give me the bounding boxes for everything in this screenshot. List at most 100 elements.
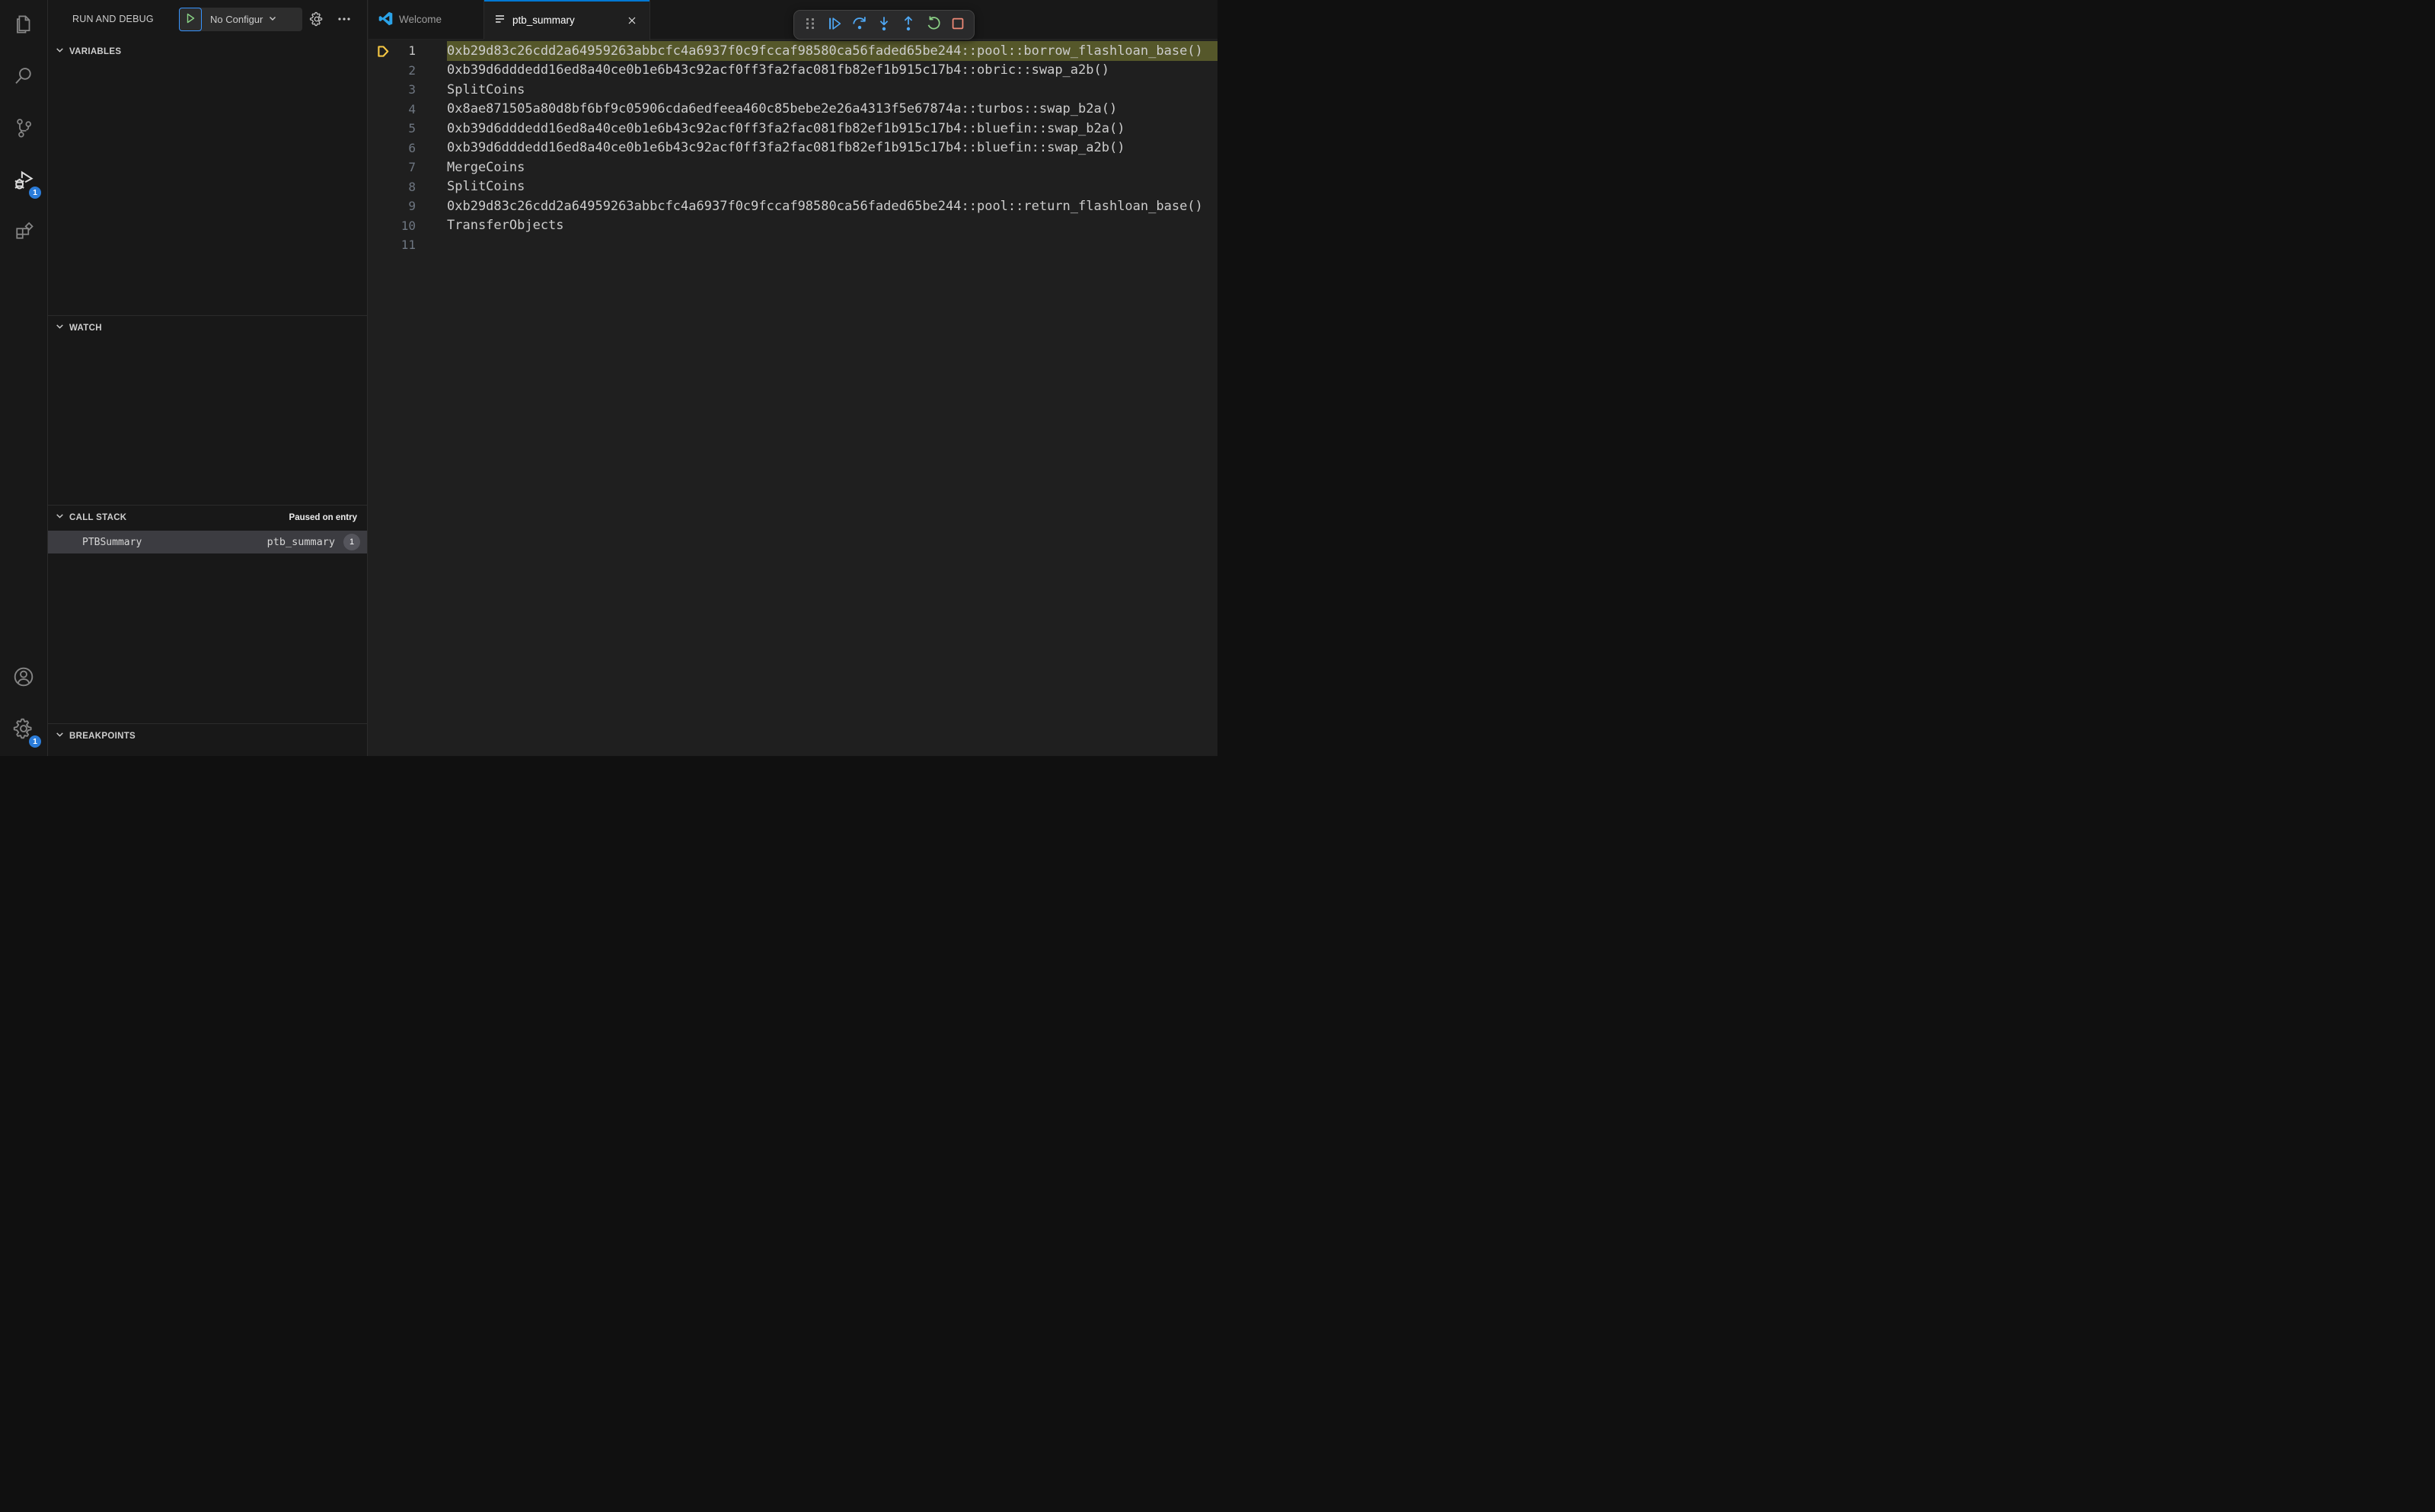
code-line[interactable]: 7 MergeCoins <box>369 158 1218 177</box>
gear-icon <box>308 11 325 30</box>
stop-icon <box>949 15 966 34</box>
debug-launch-control: No Configur <box>179 8 302 31</box>
toolbar-drag-handle[interactable] <box>799 14 822 36</box>
code-line[interactable]: 8 SplitCoins <box>369 177 1218 197</box>
tab-welcome[interactable]: Welcome <box>369 0 484 39</box>
watch-section-header[interactable]: WATCH <box>48 316 367 340</box>
variables-section-header[interactable]: VARIABLES <box>48 40 367 63</box>
tab-label: ptb_summary <box>512 14 575 26</box>
step-into-icon <box>876 15 892 34</box>
line-text[interactable] <box>447 235 1218 255</box>
restart-icon <box>925 15 942 34</box>
continue-button[interactable] <box>824 14 846 36</box>
vscode-window: 1 1 RUN AND DEBUG No Configur VARIABLES … <box>0 0 1218 756</box>
line-text[interactable]: 0xb39d6dddedd16ed8a40ce0b1e6b43c92acf0ff… <box>447 119 1218 139</box>
call-stack-section-header[interactable]: CALL STACK Paused on entry <box>48 506 367 529</box>
debug-config-dropdown[interactable]: No Configur <box>202 8 302 31</box>
line-number[interactable]: 5 <box>369 121 416 136</box>
tab-label: Welcome <box>399 14 442 25</box>
stack-frame-file: ptb_summary <box>266 536 335 548</box>
code-editor: 1 0xb29d83c26cdd2a64959263abbcfc4a6937f0… <box>369 40 1218 255</box>
line-number[interactable]: 8 <box>369 180 416 194</box>
line-number[interactable]: 4 <box>369 102 416 116</box>
line-text[interactable]: SplitCoins <box>447 177 1218 197</box>
line-text[interactable]: 0xb29d83c26cdd2a64959263abbcfc4a6937f0c9… <box>447 196 1218 216</box>
chevron-down-icon <box>55 511 65 525</box>
settings-badge: 1 <box>28 735 42 748</box>
sidebar-item-explorer[interactable] <box>0 0 47 52</box>
debug-toolbar <box>793 10 975 40</box>
ellipsis-icon <box>337 11 352 29</box>
open-launch-json-button[interactable] <box>307 10 327 30</box>
vscode-logo-icon <box>378 11 393 28</box>
restart-button[interactable] <box>922 14 944 36</box>
code-line[interactable]: 6 0xb39d6dddedd16ed8a40ce0b1e6b43c92acf0… <box>369 139 1218 158</box>
section-label: WATCH <box>69 323 102 333</box>
debug-count-badge: 1 <box>28 186 42 199</box>
activity-bar: 1 1 <box>0 0 48 756</box>
sidebar-item-source-control[interactable] <box>0 104 47 155</box>
tab-ptb-summary[interactable]: ptb_summary <box>484 0 650 40</box>
line-number[interactable]: 7 <box>369 160 416 174</box>
stack-frame-row[interactable]: PTBSummary ptb_summary 1 <box>48 531 367 553</box>
line-text[interactable]: 0x8ae871505a80d8bf6bf9c05906cda6edfeea46… <box>447 100 1218 120</box>
play-icon <box>184 12 196 27</box>
step-over-button[interactable] <box>848 14 870 36</box>
editor-area: Welcome ptb_summary 1 0xb29d83c26cdd2a64… <box>369 0 1218 756</box>
files-icon <box>12 13 35 40</box>
start-debugging-button[interactable] <box>179 8 202 31</box>
debug-config-label: No Configur <box>210 14 263 25</box>
code-line[interactable]: 1 0xb29d83c26cdd2a64959263abbcfc4a6937f0… <box>369 41 1218 61</box>
accounts-menu[interactable] <box>0 652 47 704</box>
sidebar-item-run-and-debug[interactable]: 1 <box>0 155 47 207</box>
line-number[interactable]: 6 <box>369 141 416 155</box>
continue-icon <box>826 15 843 34</box>
line-number[interactable]: 2 <box>369 63 416 78</box>
manage-settings-button[interactable]: 1 <box>0 704 47 756</box>
stop-button[interactable] <box>946 14 969 36</box>
breakpoints-section-header[interactable]: BREAKPOINTS <box>48 724 367 748</box>
code-line[interactable]: 11 <box>369 235 1218 255</box>
step-out-icon <box>900 15 917 34</box>
line-text[interactable]: 0xb39d6dddedd16ed8a40ce0b1e6b43c92acf0ff… <box>447 139 1218 158</box>
line-text[interactable]: MergeCoins <box>447 158 1218 177</box>
sidebar-item-search[interactable] <box>0 52 47 104</box>
line-number[interactable]: 11 <box>369 238 416 252</box>
gripper-icon <box>805 17 815 33</box>
stack-frame-badge: 1 <box>343 534 360 550</box>
line-number[interactable]: 10 <box>369 219 416 233</box>
chevron-down-icon <box>268 14 277 25</box>
step-into-button[interactable] <box>873 14 895 36</box>
extensions-icon <box>12 220 35 247</box>
section-label: VARIABLES <box>69 46 122 56</box>
watch-section: WATCH <box>48 315 367 505</box>
line-text[interactable]: 0xb29d83c26cdd2a64959263abbcfc4a6937f0c9… <box>447 41 1218 61</box>
chevron-down-icon <box>55 729 65 743</box>
views-more-actions-button[interactable] <box>334 10 354 30</box>
file-list-icon <box>494 13 506 27</box>
code-line[interactable]: 4 0x8ae871505a80d8bf6bf9c05906cda6edfeea… <box>369 100 1218 120</box>
line-number[interactable]: 3 <box>369 82 416 97</box>
code-line[interactable]: 2 0xb39d6dddedd16ed8a40ce0b1e6b43c92acf0… <box>369 61 1218 81</box>
code-line[interactable]: 10 TransferObjects <box>369 216 1218 236</box>
source-control-icon <box>12 116 35 143</box>
run-and-debug-sidebar: RUN AND DEBUG No Configur VARIABLES WATC… <box>48 0 368 756</box>
section-label: CALL STACK <box>69 512 127 522</box>
pause-reason-status: Paused on entry <box>289 512 357 522</box>
code-line[interactable]: 9 0xb29d83c26cdd2a64959263abbcfc4a6937f0… <box>369 196 1218 216</box>
stack-frame-name: PTBSummary <box>82 536 142 548</box>
step-out-button[interactable] <box>898 14 920 36</box>
line-number[interactable]: 9 <box>369 199 416 213</box>
chevron-down-icon <box>55 45 65 59</box>
search-icon <box>12 65 35 91</box>
close-icon[interactable] <box>624 13 640 28</box>
account-icon <box>11 665 36 693</box>
sidebar-item-extensions[interactable] <box>0 207 47 259</box>
line-text[interactable]: SplitCoins <box>447 80 1218 100</box>
code-line[interactable]: 5 0xb39d6dddedd16ed8a40ce0b1e6b43c92acf0… <box>369 119 1218 139</box>
line-text[interactable]: TransferObjects <box>447 216 1218 236</box>
line-text[interactable]: 0xb39d6dddedd16ed8a40ce0b1e6b43c92acf0ff… <box>447 61 1218 81</box>
call-stack-section: CALL STACK Paused on entry PTBSummary pt… <box>48 505 367 723</box>
code-line[interactable]: 3 SplitCoins <box>369 80 1218 100</box>
variables-section: VARIABLES <box>48 40 367 315</box>
